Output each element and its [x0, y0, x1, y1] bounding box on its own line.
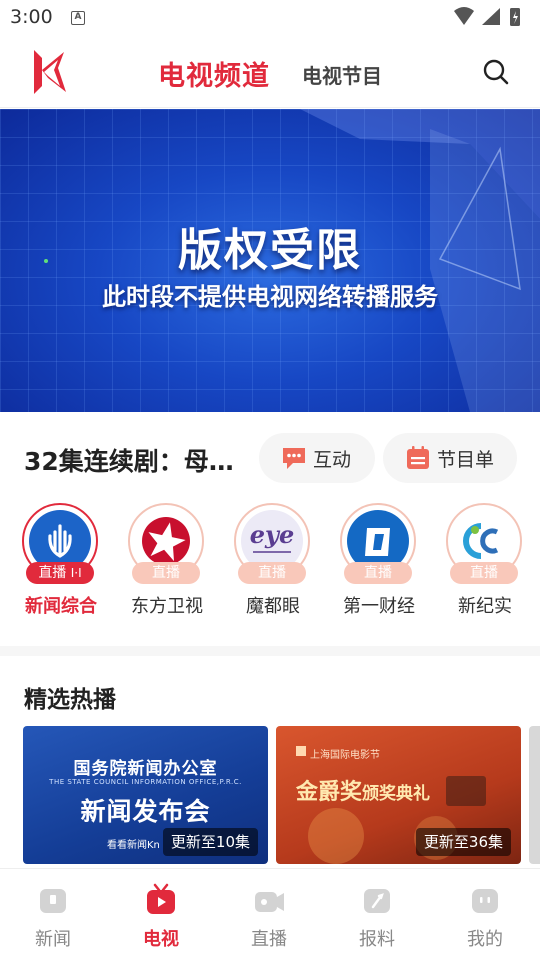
channel-name: 第一财经: [343, 596, 415, 617]
banner-title: 版权受限: [178, 225, 362, 276]
nav-report[interactable]: 报料: [332, 883, 422, 953]
card-org-name: 上海国际电影节: [310, 750, 380, 761]
search-icon[interactable]: [482, 58, 510, 86]
nav-news[interactable]: 新闻: [8, 883, 98, 953]
nav-profile[interactable]: 我的: [440, 883, 530, 953]
channel-dragon-tv[interactable]: 直播 东方卫视: [120, 500, 210, 620]
live-badge: 直播 I·I: [26, 562, 94, 584]
tv-icon: [147, 883, 175, 914]
schedule-button[interactable]: 节目单: [383, 433, 517, 483]
card-org-english: THE STATE COUNCIL INFORMATION OFFICE,P.R…: [49, 778, 242, 786]
app-logo-icon[interactable]: [28, 46, 68, 98]
tab-tv-channels[interactable]: 电视频道: [158, 54, 270, 93]
nav-label: 我的: [467, 929, 503, 950]
notification-icon: A: [71, 11, 85, 25]
channel-eye[interactable]: eye 直播 魔都眼: [226, 500, 316, 620]
banner-subtitle: 此时段不提供电视网络转播服务: [102, 283, 438, 311]
card-title: 金爵奖颁奖典礼: [296, 780, 431, 805]
episode-badge: 更新至36集: [415, 828, 511, 856]
featured-card-golden-goblet[interactable]: 上海国际电影节 金爵奖颁奖典礼 更新至36集: [276, 726, 521, 864]
live-bars-icon: I·I: [70, 566, 82, 580]
nav-label: 电视: [143, 929, 179, 950]
video-player-banner[interactable]: 版权受限 此时段不提供电视网络转播服务: [0, 109, 540, 412]
schedule-label: 节目单: [437, 448, 495, 471]
channel-news[interactable]: 直播 I·I 新闻综合: [14, 500, 104, 620]
interact-button[interactable]: 互动: [259, 433, 375, 483]
wifi-icon: [454, 7, 474, 25]
card-org-name: 国务院新闻办公室: [73, 759, 218, 779]
episode-badge: 更新至10集: [162, 828, 258, 856]
card-title: 新闻发布会: [80, 797, 211, 826]
featured-card-press-conference[interactable]: 国务院新闻办公室 THE STATE COUNCIL INFORMATION O…: [23, 726, 268, 864]
nav-tv[interactable]: 电视: [116, 883, 206, 953]
tab-tv-programs[interactable]: 电视节目: [302, 60, 382, 89]
calendar-icon: [407, 446, 429, 469]
interact-label: 互动: [313, 448, 352, 471]
live-badge: 直播: [132, 562, 200, 584]
section-divider: [0, 646, 540, 656]
news-icon: [40, 889, 66, 913]
live-badge: 直播: [238, 562, 306, 584]
chat-icon: [283, 448, 305, 469]
channel-documentary[interactable]: 直播 新纪实: [438, 500, 528, 620]
status-time: 3:00: [10, 6, 53, 28]
card-brand: 看看新闻Kn: [107, 840, 160, 851]
channel-name: 新纪实: [458, 596, 512, 617]
nav-label: 报料: [359, 929, 395, 950]
live-camera-icon: [255, 892, 284, 912]
nav-label: 直播: [251, 929, 287, 950]
profile-icon: [472, 889, 498, 913]
system-status-icons: [454, 7, 520, 26]
signal-icon: [482, 8, 500, 25]
bottom-navigation: 新闻 电视 直播 报料 我的: [0, 868, 540, 960]
nav-label: 新闻: [35, 929, 71, 950]
channel-yicai[interactable]: 直播 第一财经: [332, 500, 422, 620]
app-header: 电视频道 电视节目: [0, 36, 540, 108]
nav-live[interactable]: 直播: [224, 883, 314, 953]
now-playing-title: 32集连续剧：母…: [24, 447, 234, 476]
featured-card-next-peek[interactable]: [529, 726, 540, 864]
report-icon: [364, 889, 390, 913]
live-badge: 直播: [344, 562, 412, 584]
channel-name: 东方卫视: [131, 596, 203, 617]
channel-name: 新闻综合: [25, 596, 97, 617]
status-bar: 3:00 A: [0, 0, 540, 36]
live-badge: 直播: [450, 562, 518, 584]
featured-section-title: 精选热播: [24, 687, 116, 713]
channel-name: 魔都眼: [246, 596, 300, 617]
channel-list: 直播 I·I 新闻综合 直播 东方卫视 eye 直播 魔都眼 直播 第一财经 直…: [0, 500, 540, 630]
